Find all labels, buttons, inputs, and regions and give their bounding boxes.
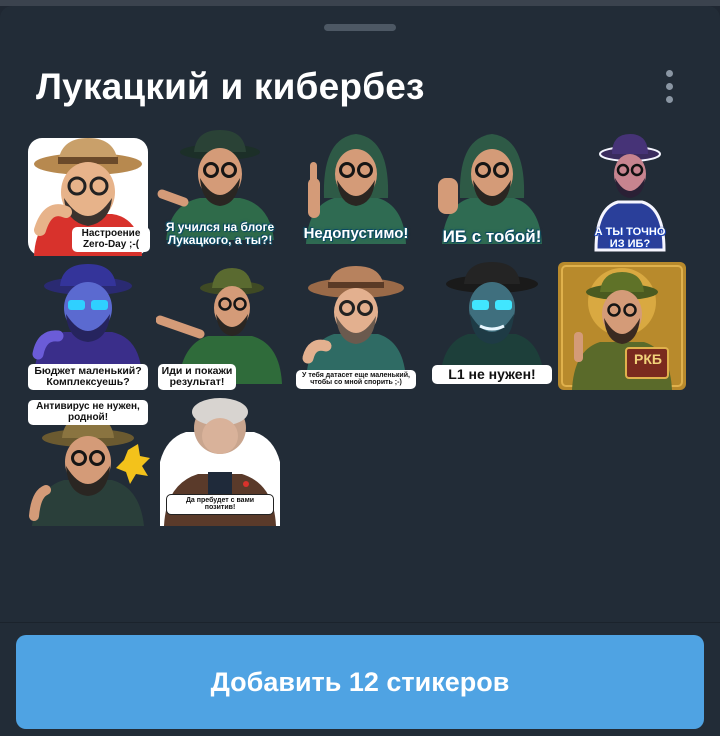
pack-title: Лукацкий и кибербез bbox=[36, 66, 425, 107]
sticker-item[interactable]: Я учился на блоге Лукацкого, а ты?! bbox=[156, 128, 284, 256]
sticker-caption: Настроение Zero-Day ;-( bbox=[72, 227, 150, 252]
sticker-item[interactable]: А ТЫ ТОЧНО ИЗ ИБ? bbox=[566, 130, 694, 258]
sticker-item[interactable]: У тебя датасет еще маленький, чтобы со м… bbox=[292, 262, 420, 390]
sticker-item[interactable]: L1 не нужен! bbox=[428, 262, 556, 390]
sticker-item[interactable]: РКБ bbox=[558, 262, 686, 390]
sticker-caption: Я учился на блоге Лукацкого, а ты?! bbox=[165, 220, 275, 247]
sticker-item[interactable]: Настроение Zero-Day ;-( bbox=[24, 130, 152, 258]
sticker-caption: Антивирус не нужен, родной! bbox=[28, 400, 148, 425]
sticker-item[interactable]: Антивирус не нужен, родной! bbox=[24, 398, 152, 526]
sticker-caption: Недопустимо! bbox=[303, 225, 409, 242]
sticker-caption: ИБ с тобой! bbox=[442, 227, 542, 246]
drag-handle[interactable] bbox=[324, 24, 396, 31]
sticker-caption: L1 не нужен! bbox=[432, 365, 552, 384]
sticker-caption: А ТЫ ТОЧНО ИЗ ИБ? bbox=[594, 226, 666, 250]
sticker-caption: У тебя датасет еще маленький, чтобы со м… bbox=[296, 370, 416, 389]
sticker-item[interactable]: ИБ с тобой! bbox=[428, 128, 556, 256]
sticker-item[interactable]: Да пребудет с вами позитив! bbox=[156, 398, 284, 526]
footer-divider bbox=[0, 622, 720, 623]
sticker-caption: Да пребудет с вами позитив! bbox=[166, 494, 274, 515]
more-vertical-icon[interactable] bbox=[657, 68, 683, 106]
sticker-item[interactable]: Бюджет маленький? Комплексуешь? bbox=[24, 264, 152, 392]
sticker-item[interactable]: Недопустимо! bbox=[292, 128, 420, 256]
sticker-item[interactable]: Иди и покажи результат! bbox=[156, 264, 284, 392]
add-stickers-button[interactable]: Добавить 12 стикеров bbox=[16, 635, 704, 729]
sticker-caption: РКБ bbox=[634, 351, 662, 367]
sticker-portrait-image bbox=[558, 262, 686, 390]
sticker-caption: Бюджет маленький? Комплексуешь? bbox=[28, 364, 148, 391]
sticker-caption: Иди и покажи результат! bbox=[158, 364, 236, 391]
